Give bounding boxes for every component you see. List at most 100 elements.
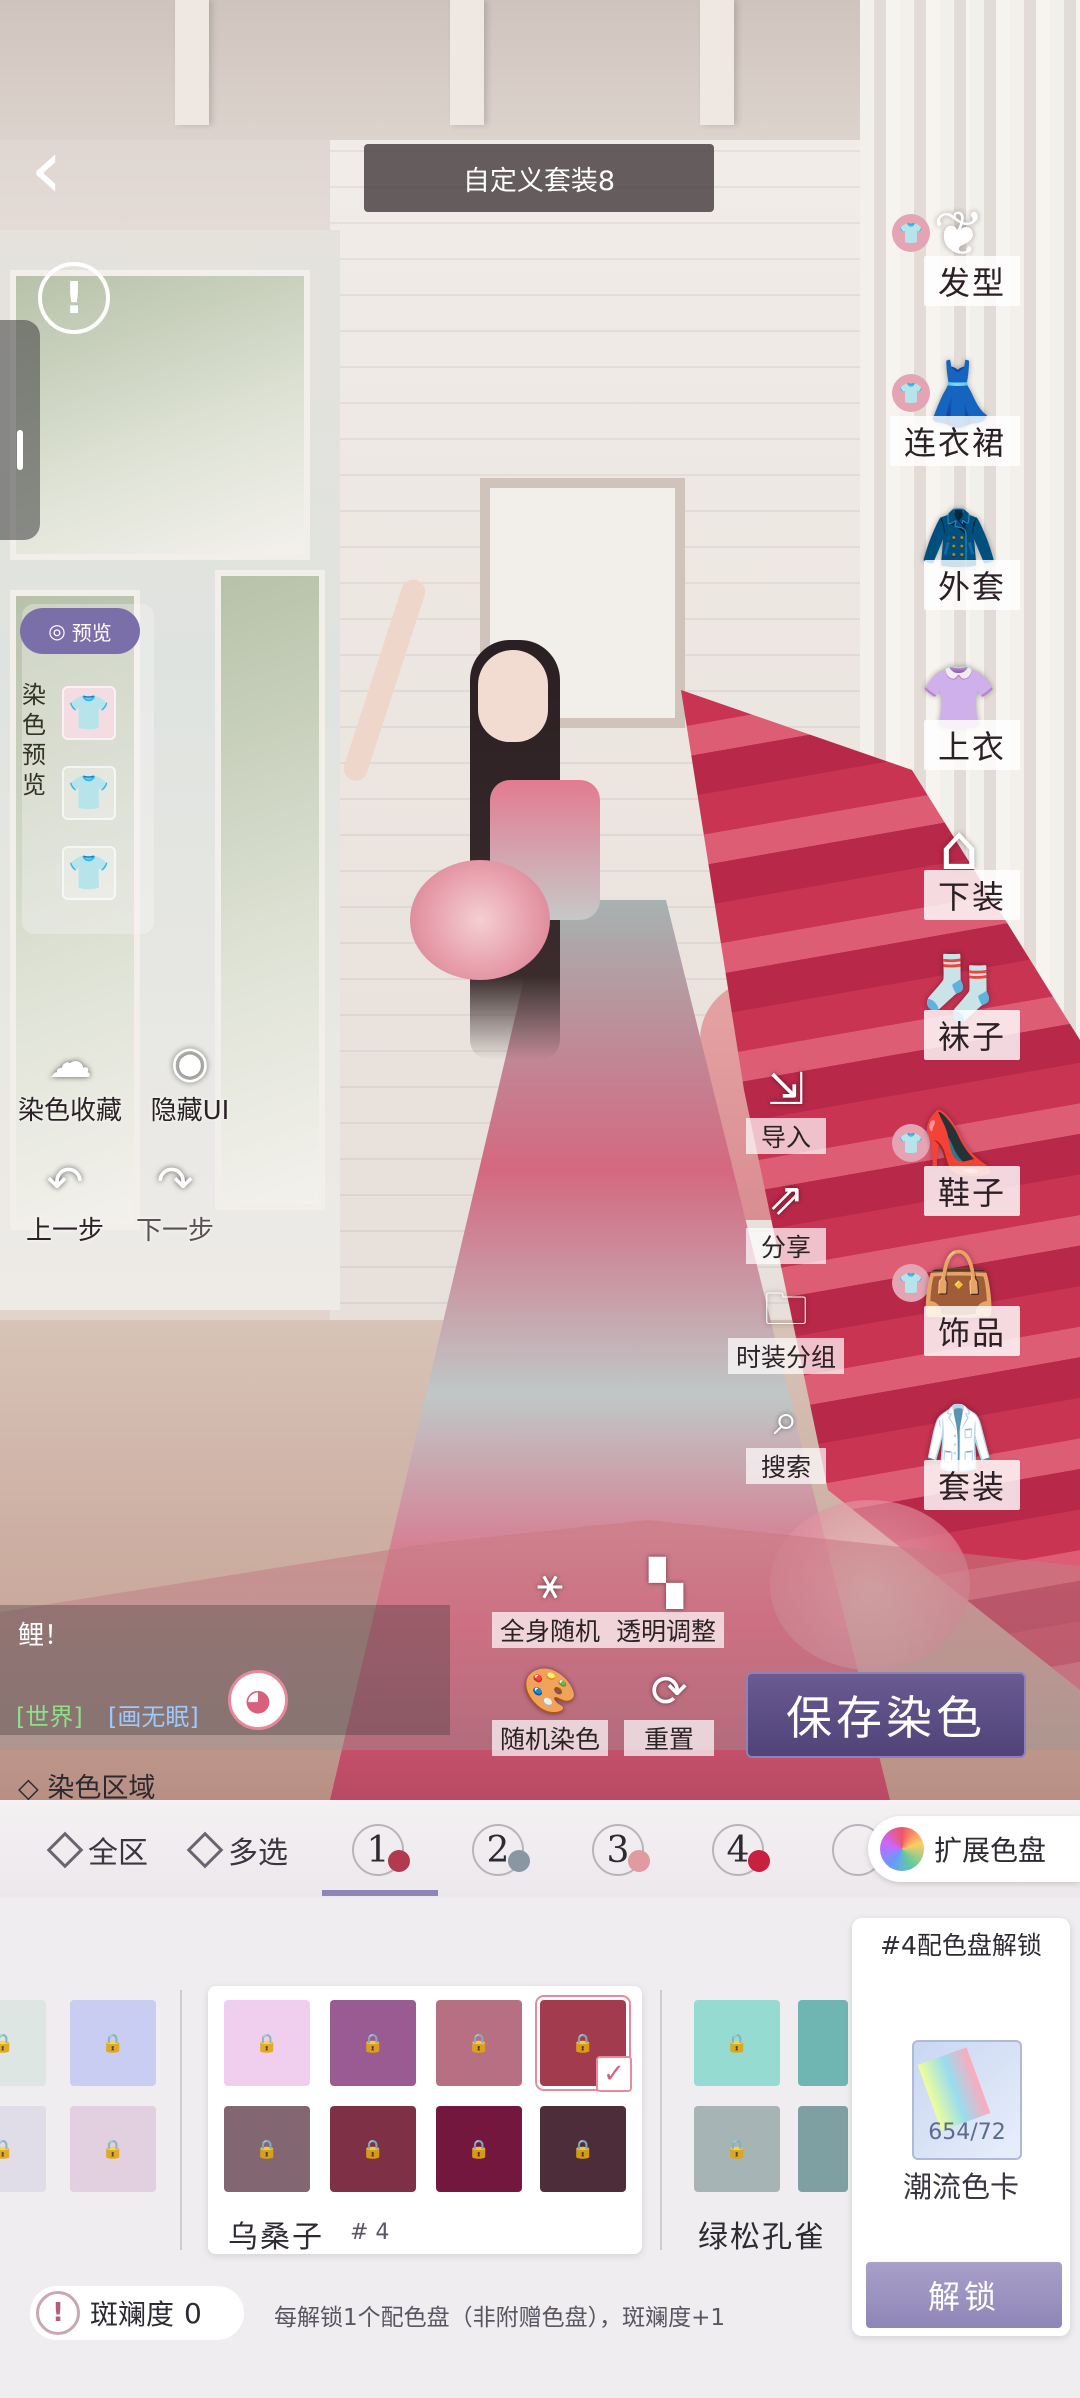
ceiling-beam — [450, 0, 484, 125]
diamond-checkbox-icon — [46, 1831, 84, 1869]
info-alert-button[interactable]: ! — [38, 262, 110, 334]
outfit-group-button[interactable]: 🗀 时装分组 — [728, 1282, 844, 1374]
share-button[interactable]: ⇗ 分享 — [746, 1172, 826, 1264]
multi-select-option[interactable]: 多选 — [186, 1822, 288, 1878]
color-swatch[interactable] — [798, 2000, 848, 2086]
color-swatch[interactable]: 🔒 — [70, 2000, 156, 2086]
lock-icon: 🔒 — [571, 2138, 595, 2160]
color-swatch[interactable]: 🔒 — [330, 2106, 416, 2192]
lock-icon: 🔒 — [467, 2138, 491, 2160]
back-button[interactable]: ‹ — [30, 129, 110, 220]
category-bottom[interactable]: ⌂ 下装 — [880, 800, 1040, 930]
category-shoes[interactable]: 👕 👠 鞋子 — [880, 1096, 1040, 1226]
unlock-button[interactable]: 解锁 — [866, 2262, 1062, 2328]
rarity-hint: 每解锁1个配色盘（非附赠色盘），斑斓度+1 — [274, 2305, 726, 2331]
dye-slot-3[interactable]: 3 — [592, 1822, 650, 1878]
color-swatch[interactable]: 🔒 — [224, 2000, 310, 2086]
dye-preview-label: 染色预览 — [22, 681, 46, 799]
share-icon: ⇗ — [767, 1174, 805, 1225]
checkmark-icon: ✓ — [596, 2056, 632, 2092]
chat-channel-world[interactable]: [世界] — [16, 1697, 83, 1732]
palette-random-icon: 🎨 — [522, 1666, 578, 1717]
category-suit[interactable]: 🥼 套装 — [880, 1390, 1040, 1520]
lock-icon: 🔒 — [255, 2138, 279, 2160]
palette-group-code: # 4 — [350, 2220, 390, 2245]
category-hair[interactable]: 👕 ❦ 发型 — [880, 186, 1040, 316]
ceiling-beam — [175, 0, 209, 125]
transparency-button[interactable]: ▚ 透明调整 — [608, 1556, 724, 1648]
chat-panel[interactable]: 鲤！ [世界] [画无眠] — [0, 1605, 450, 1735]
category-coat[interactable]: 🧥 外套 — [880, 490, 1040, 620]
ceiling-beam — [700, 0, 734, 125]
transparency-icon: ▚ — [649, 1558, 683, 1609]
category-accessories[interactable]: 👕 👜 饰品 — [880, 1236, 1040, 1366]
lock-icon: 🔒 — [0, 2138, 15, 2160]
slot-color-dot — [388, 1850, 410, 1872]
dye-slot-1[interactable]: 1 — [352, 1822, 410, 1878]
category-top[interactable]: 👚 上衣 — [880, 650, 1040, 780]
slot-color-dot — [748, 1850, 770, 1872]
lock-icon: 🔒 — [725, 2032, 749, 2054]
color-card-name: 潮流色卡 — [902, 2170, 1019, 2204]
all-zone-option[interactable]: 全区 — [46, 1822, 148, 1878]
random-dye-button[interactable]: 🎨 随机染色 — [492, 1664, 608, 1756]
color-swatch-selected[interactable]: 🔒 ✓ — [537, 1997, 632, 2092]
side-drawer-handle[interactable] — [0, 320, 40, 540]
color-swatch[interactable]: 🔒 — [0, 2000, 46, 2086]
color-swatch[interactable]: 🔒 — [224, 2106, 310, 2192]
preview-toggle[interactable]: ◎ 预览 — [20, 608, 140, 654]
color-swatch[interactable]: 🔒 — [0, 2106, 46, 2192]
diamond-checkbox-icon — [186, 1831, 224, 1869]
search-button[interactable]: ⌕ 搜索 — [746, 1392, 826, 1484]
color-card-count: 654/72 — [928, 2120, 1006, 2145]
color-swatch[interactable]: 🔒 — [540, 2106, 626, 2192]
shirt-preview-icon[interactable]: 👕 — [62, 846, 116, 900]
shirt-preview-dyed-icon[interactable]: 👕 — [62, 686, 116, 740]
outfit-title[interactable]: 自定义套装8 — [364, 144, 714, 212]
dye-favorites-button[interactable]: ☁ 染色收藏 — [10, 1036, 130, 1127]
flower-ornament — [410, 860, 550, 980]
active-slot-underline — [322, 1890, 438, 1896]
unlock-title: #4配色盘解锁 — [880, 1931, 1042, 1960]
lock-icon: 🔒 — [361, 2138, 385, 2160]
category-socks[interactable]: 🧦 袜子 — [880, 940, 1040, 1070]
search-icon: ⌕ — [773, 1394, 799, 1445]
redo-button[interactable]: ↷ 下一步 — [120, 1156, 230, 1247]
color-swatch[interactable]: 🔒 — [694, 2106, 780, 2192]
color-swatch[interactable]: 🔒 — [694, 2000, 780, 2086]
hide-ui-button[interactable]: ◉ 隐藏UI — [130, 1036, 250, 1127]
random-body-icon: ⚹ — [536, 1558, 564, 1609]
chat-channel-user[interactable]: [画无眠] — [108, 1697, 199, 1732]
color-swatch[interactable]: 🔒 — [70, 2106, 156, 2192]
import-button[interactable]: ⇲ 导入 — [746, 1062, 826, 1154]
dye-slot-4[interactable]: 4 — [712, 1822, 770, 1878]
group-divider — [180, 1990, 182, 2250]
shirt-preview-icon[interactable]: 👕 — [62, 766, 116, 820]
chat-message: 鲤！ — [18, 1621, 71, 1651]
dye-slot-2[interactable]: 2 — [472, 1822, 530, 1878]
favorite-cloud-icon: ☁ — [48, 1037, 92, 1088]
save-dye-button[interactable]: 保存染色 — [746, 1672, 1026, 1758]
color-swatch[interactable]: 🔒 — [436, 2000, 522, 2086]
color-swatch[interactable] — [798, 2106, 848, 2192]
reset-button[interactable]: ⟳ 重置 — [624, 1664, 714, 1756]
lock-icon: 🔒 — [361, 2032, 385, 2054]
lock-icon: 🔒 — [725, 2138, 749, 2160]
lock-icon: 🔒 — [0, 2032, 15, 2054]
color-swatch[interactable]: 🔒 — [436, 2106, 522, 2192]
expand-palette-button[interactable]: 扩展色盘 — [868, 1816, 1080, 1882]
eye-hide-icon: ◉ — [170, 1037, 210, 1088]
category-dress[interactable]: 👕 👗 连衣裙 — [880, 346, 1040, 476]
import-icon: ⇲ — [767, 1064, 805, 1115]
undo-button[interactable]: ↶ 上一步 — [10, 1156, 120, 1247]
full-body-random-button[interactable]: ⚹ 全身随机 — [492, 1556, 608, 1648]
mascot-avatar-icon[interactable]: ◕ — [228, 1670, 288, 1730]
redo-arrow-icon: ↷ — [156, 1157, 194, 1208]
lock-icon: 🔒 — [101, 2138, 125, 2160]
rarity-info-icon: ! — [36, 2291, 80, 2335]
character-head — [478, 650, 548, 742]
preview-pill-label: 预览 — [71, 620, 112, 645]
color-swatch[interactable]: 🔒 — [330, 2000, 416, 2086]
exclamation-icon: ! — [63, 272, 85, 324]
rarity-indicator[interactable]: ! 斑斓度 0 — [30, 2286, 244, 2340]
